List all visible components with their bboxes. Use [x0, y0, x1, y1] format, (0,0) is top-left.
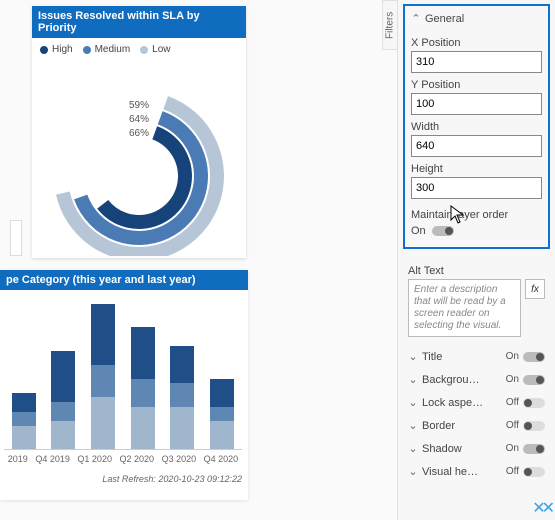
bar-chart: 2019 Q4 2019 Q1 2020 Q2 2020 Q3 2020 Q4 2020 [0, 290, 248, 470]
property-row[interactable]: ⌄ Title On [398, 345, 555, 368]
bar-card[interactable]: pe Category (this year and last year) 20… [0, 270, 248, 500]
property-label: Title [422, 351, 442, 363]
alt-text-input[interactable]: Enter a description that will be read by… [408, 279, 521, 337]
maintain-state: On [411, 225, 426, 237]
w-label: Width [411, 121, 542, 133]
x-axis-label: Q3 2020 [162, 454, 197, 464]
property-state: Off [506, 397, 519, 408]
bar-column [51, 351, 75, 449]
y-label: Y Position [411, 79, 542, 91]
general-header[interactable]: ⌃ General [411, 10, 542, 31]
donut-card[interactable]: Issues Resolved within SLA by Priority H… [32, 6, 246, 258]
filters-tab[interactable]: Filters [382, 0, 398, 50]
donut-value-3: 66% [129, 127, 149, 141]
chevron-down-icon: ⌄ [408, 465, 418, 478]
last-refresh: Last Refresh: 2020-10-23 09:12:22 [0, 470, 248, 488]
property-state: Off [506, 420, 519, 431]
donut-title: Issues Resolved within SLA by Priority [32, 6, 246, 38]
property-toggle[interactable] [523, 421, 545, 431]
donut-chart: 59% 64% 66% [32, 61, 246, 261]
property-row[interactable]: ⌄ Lock aspe… Off [398, 391, 555, 414]
chevron-down-icon: ⌄ [408, 419, 418, 432]
property-toggle[interactable] [523, 444, 545, 454]
bar-column [12, 393, 36, 449]
chevron-down-icon: ⌄ [408, 350, 418, 363]
donut-value-1: 59% [129, 99, 149, 113]
y-position-input[interactable] [411, 93, 542, 115]
report-canvas: Issues Resolved within SLA by Priority H… [0, 0, 400, 520]
legend-high: High [40, 44, 73, 55]
x-position-input[interactable] [411, 51, 542, 73]
bar-column [210, 379, 234, 449]
h-label: Height [411, 163, 542, 175]
bar-column [170, 346, 194, 449]
property-label: Shadow [422, 443, 462, 455]
x-label: X Position [411, 37, 542, 49]
chevron-up-icon: ⌃ [411, 12, 421, 25]
property-state: Off [506, 466, 519, 477]
x-axis-label: Q2 2020 [120, 454, 155, 464]
property-toggle[interactable] [523, 375, 545, 385]
property-state: On [506, 443, 519, 454]
property-label: Visual he… [422, 466, 478, 478]
chevron-down-icon: ⌄ [408, 442, 418, 455]
chevron-down-icon: ⌄ [408, 373, 418, 386]
height-input[interactable] [411, 177, 542, 199]
x-axis-label: Q4 2020 [204, 454, 239, 464]
legend-medium: Medium [83, 44, 131, 55]
property-label: Border [422, 420, 455, 432]
card-handle[interactable] [10, 220, 22, 256]
property-toggle[interactable] [523, 398, 545, 408]
brand-decoration: ✕✕ [532, 498, 551, 518]
property-toggle[interactable] [523, 467, 545, 477]
alt-text-label: Alt Text [398, 257, 555, 279]
maintain-label: Maintain layer order [411, 209, 542, 221]
width-input[interactable] [411, 135, 542, 157]
property-row[interactable]: ⌄ Backgrou… On [398, 368, 555, 391]
bar-column [91, 304, 115, 449]
chevron-down-icon: ⌄ [408, 396, 418, 409]
x-axis-label: Q1 2020 [77, 454, 112, 464]
format-panel: Filters ⌃ General X Position Y Position … [397, 0, 555, 520]
property-row[interactable]: ⌄ Shadow On [398, 437, 555, 460]
property-toggle[interactable] [523, 352, 545, 362]
x-axis-label: Q4 2019 [35, 454, 70, 464]
maintain-toggle[interactable] [432, 226, 454, 236]
donut-svg [44, 66, 234, 256]
property-state: On [506, 374, 519, 385]
x-axis-label: 2019 [8, 454, 28, 464]
donut-value-2: 64% [129, 113, 149, 127]
fx-button[interactable]: fx [525, 279, 545, 299]
property-label: Backgrou… [422, 374, 479, 386]
donut-legend: High Medium Low [32, 38, 246, 61]
property-row[interactable]: ⌄ Border Off [398, 414, 555, 437]
property-row[interactable]: ⌄ Visual he… Off [398, 460, 555, 483]
property-state: On [506, 351, 519, 362]
general-section: ⌃ General X Position Y Position Width He… [403, 4, 550, 249]
legend-low: Low [140, 44, 170, 55]
bar-title: pe Category (this year and last year) [0, 270, 248, 290]
bar-column [131, 327, 155, 449]
property-label: Lock aspe… [422, 397, 483, 409]
